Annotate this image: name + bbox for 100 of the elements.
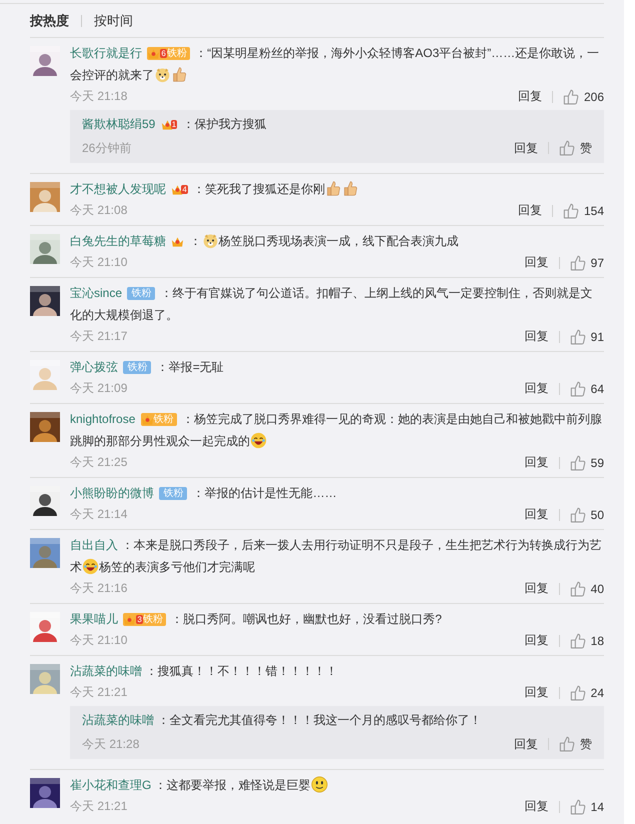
thumbs-up-icon — [562, 88, 579, 104]
crown-icon — [123, 614, 136, 626]
like-button[interactable]: 91 — [570, 328, 604, 344]
reply-link[interactable]: 回复 — [514, 736, 538, 752]
thumbs-up-icon — [570, 632, 586, 648]
like-button[interactable]: 97 — [570, 254, 604, 270]
like-button[interactable]: 40 — [570, 580, 604, 596]
sort-tab[interactable]: 按热度 — [30, 12, 69, 30]
thumbs-up-icon — [570, 380, 586, 396]
thumbs-up-icon — [570, 454, 586, 470]
thumbs-up-icon — [562, 202, 579, 218]
username-link[interactable]: 自出自入 — [70, 538, 118, 552]
timestamp: 今天 21:18 — [70, 88, 128, 105]
smiley-icon — [310, 776, 328, 793]
like-button[interactable]: 24 — [570, 684, 604, 700]
reply-link[interactable]: 回复 — [524, 506, 549, 523]
laughing-face-icon — [250, 432, 267, 449]
timestamp: 今天 21:08 — [70, 202, 128, 219]
comment-text: 沾蔬菜的味噌 ：搜狐真！！不！！！错！！！！！ — [70, 663, 338, 680]
username-link[interactable]: 长歌行就是行 — [70, 46, 142, 60]
like-button[interactable]: 14 — [570, 798, 604, 814]
username-link[interactable]: 才不想被人发现呢 — [70, 182, 166, 196]
timestamp: 今天 21:17 — [70, 328, 128, 345]
like-button[interactable]: 18 — [570, 632, 604, 648]
comment-text: 崔小花和查理G ：这都要举报，难怪说是巨婴 — [70, 774, 604, 796]
timestamp: 26分钟前 — [82, 140, 132, 156]
reply-link[interactable]: 回复 — [524, 798, 549, 815]
comment-text: 宝沁since 铁粉 ：终于有官媒说了句公道话。扣帽子、上纲上线的风气一定要控制住，否则就是文化的大规模倒退了。 — [70, 285, 594, 324]
thumbs-up-icon — [559, 736, 575, 752]
fan-badge: 铁粉 — [123, 361, 152, 374]
thumbs-up-icon — [570, 684, 586, 700]
dog-face-icon — [154, 66, 171, 83]
crown-icon — [147, 48, 160, 60]
like-button[interactable]: 赞 — [559, 736, 592, 752]
reply-link[interactable]: 回复 — [524, 632, 549, 649]
comment-text: 小熊盼盼的微博 铁粉 ：举报的估计是性无能…… — [70, 485, 338, 502]
username-link[interactable]: 沾蔬菜的味噌 — [82, 713, 154, 727]
like-button[interactable]: 64 — [570, 380, 604, 396]
thumbs-up-icon — [570, 328, 586, 344]
comment-text: knightofrose 铁粉 ：杨笠完成了脱口秀界难得一见的奇观：她的表演是由她自己和被她戳中前列腺跳脚的那部分男性观众一起完成的 — [70, 411, 604, 451]
timestamp: 今天 21:16 — [70, 580, 128, 597]
comment-text: 长歌行就是行 6铁粉 ：“因某明星粉丝的举报，海外小众轻博客AO3平台被封”……还是你敢说，一会控评的就来了 — [70, 45, 600, 85]
username-link[interactable]: 白兔先生的草莓糖 — [70, 234, 166, 248]
fan-badge: 铁粉 — [159, 487, 188, 500]
thumbs-up-icon — [570, 506, 586, 522]
reply-link[interactable]: 回复 — [524, 454, 549, 471]
comment-text: 弹心拨弦 铁粉 ：举报=无耻 — [70, 359, 225, 376]
reply-link[interactable]: 回复 — [518, 88, 542, 105]
comment-text: 沾蔬菜的味噌 ：全文看完尤其值得夸！！！我这一个月的感叹号都给你了！ — [82, 712, 482, 729]
username-link[interactable]: 宝沁since — [70, 286, 122, 300]
thumbs-up-icon — [570, 254, 586, 270]
timestamp: 今天 21:25 — [70, 454, 128, 471]
like-button[interactable]: 赞 — [559, 140, 592, 156]
reply-link[interactable]: 回复 — [524, 684, 549, 701]
timestamp: 今天 21:10 — [70, 632, 128, 649]
username-link[interactable]: 酱欺林聪绢59 — [82, 117, 156, 131]
timestamp: 今天 21:09 — [70, 380, 128, 397]
username-link[interactable]: knightofrose — [70, 412, 136, 426]
sort-tab[interactable]: 按时间 — [94, 12, 133, 30]
timestamp: 今天 21:28 — [82, 736, 140, 752]
level-number: 1 — [170, 120, 178, 130]
thumbs-up-icon — [559, 140, 575, 156]
like-button[interactable]: 59 — [570, 454, 604, 470]
timestamp: 今天 21:10 — [70, 254, 128, 271]
thumbs-up-icon — [171, 66, 188, 83]
like-button[interactable]: 50 — [570, 506, 604, 522]
thumbs-up-icon — [325, 180, 342, 197]
reply-link[interactable]: 回复 — [514, 140, 538, 156]
like-button[interactable]: 154 — [562, 202, 604, 218]
like-button[interactable]: 206 — [562, 88, 604, 104]
fan-label: 铁粉 — [142, 613, 163, 626]
dog-face-icon — [202, 232, 219, 249]
reply-link[interactable]: 回复 — [524, 328, 549, 345]
thumbs-up-icon — [570, 798, 586, 814]
timestamp: 今天 21:21 — [70, 798, 128, 815]
reply-link[interactable]: 回复 — [524, 580, 549, 597]
timestamp: 今天 21:21 — [70, 684, 128, 701]
comment-text: 才不想被人发现呢 4 ：笑死我了搜狐还是你刚 — [70, 178, 604, 200]
comment-text: 自出自入 ：本来是脱口秀段子，后来一拨人去用行动证明不只是段子，生生把艺术行为转换成行为艺术 杨笠的表演多亏他们才完满呢 — [70, 537, 602, 577]
username-link[interactable]: 果果喵儿 — [70, 612, 118, 626]
reply-link[interactable]: 回复 — [524, 254, 549, 271]
fan-label: 铁粉 — [166, 47, 187, 60]
laughing-face-icon — [82, 558, 99, 575]
username-link[interactable]: 沾蔬菜的味噌 — [70, 664, 142, 678]
username-link[interactable]: 小熊盼盼的微博 — [70, 486, 154, 500]
comment-text: 酱欺林聪绢59 1 ：保护我方搜狐 — [82, 116, 268, 133]
fan-label: 铁粉 — [154, 413, 174, 426]
reply-link[interactable]: 回复 — [524, 380, 549, 397]
fan-badge: 铁粉 — [127, 287, 156, 300]
comment-text: 白兔先生的草莓糖 ： 杨笠脱口秀现场表演一成，线下配合表演九成 — [70, 231, 460, 251]
username-link[interactable]: 崔小花和查理G — [70, 778, 152, 792]
username-link[interactable]: 弹心拨弦 — [70, 360, 118, 374]
thumbs-up-icon — [570, 580, 586, 596]
comment-text: 果果喵儿 3铁粉 ：脱口秀阿。嘲讽也好，幽默也好，没看过脱口秀? — [70, 611, 443, 628]
crown-icon — [140, 414, 154, 426]
level-number: 6 — [160, 49, 167, 58]
level-number: 3 — [136, 615, 143, 624]
timestamp: 今天 21:14 — [70, 506, 128, 523]
reply-link[interactable]: 回复 — [518, 202, 542, 219]
crown-icon — [171, 236, 184, 248]
